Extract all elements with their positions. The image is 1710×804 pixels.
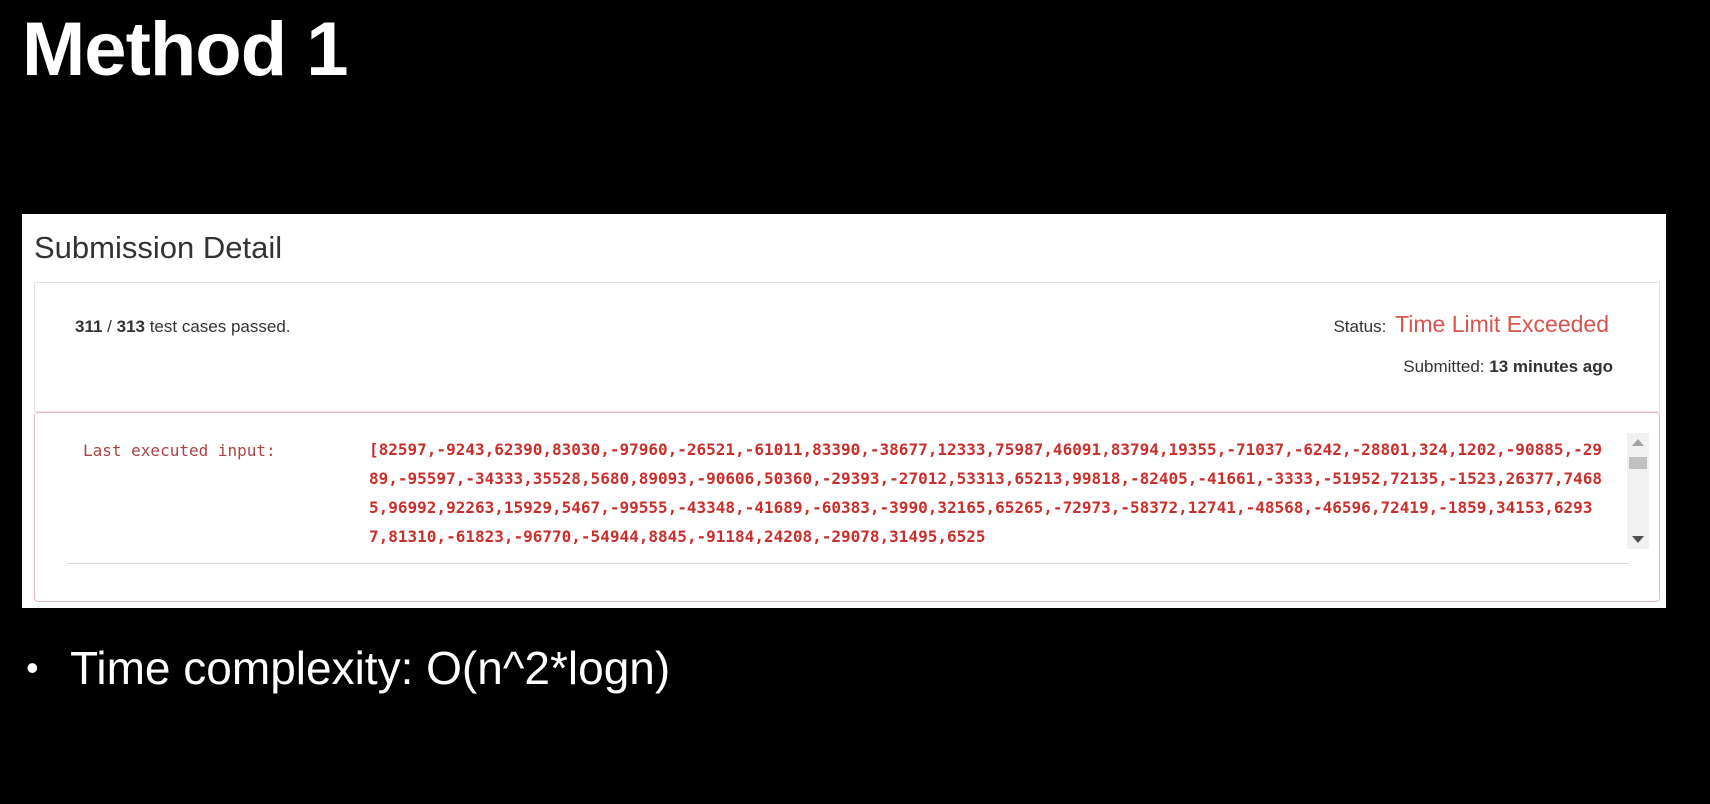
slide-title: Method 1 — [22, 7, 349, 92]
bullet-item: • Time complexity: O(n^2*logn) — [26, 640, 670, 696]
status-label: Status: — [1333, 317, 1387, 336]
scroll-thumb[interactable] — [1629, 457, 1647, 469]
submitted-line: Submitted: 13 minutes ago — [1403, 357, 1613, 377]
passed-separator: / — [102, 317, 117, 336]
last-executed-input-box: Last executed input: [82597,-9243,62390,… — [34, 412, 1660, 602]
passed-suffix: test cases passed. — [144, 317, 291, 336]
total-count: 313 — [116, 317, 145, 336]
status-value: Time Limit Exceeded — [1395, 311, 1609, 337]
submitted-label: Submitted: — [1403, 357, 1485, 376]
submission-detail-panel: Submission Detail 311 / 313 test cases p… — [22, 214, 1666, 608]
last-executed-input-value[interactable]: [82597,-9243,62390,83030,-97960,-26521,-… — [369, 435, 1609, 553]
submission-detail-heading: Submission Detail — [34, 230, 283, 265]
input-divider — [67, 563, 1629, 564]
last-executed-input-label: Last executed input: — [83, 441, 276, 460]
scroll-down-arrow-icon[interactable] — [1632, 536, 1644, 543]
submitted-value: 13 minutes ago — [1489, 357, 1613, 376]
scroll-up-arrow-icon[interactable] — [1632, 439, 1644, 446]
time-complexity-text: Time complexity: O(n^2*logn) — [70, 642, 671, 694]
status-line: Status: Time Limit Exceeded — [1333, 311, 1609, 338]
input-scrollbar[interactable] — [1627, 433, 1649, 549]
passed-count: 311 — [75, 317, 103, 336]
submission-summary: 311 / 313 test cases passed. Status: Tim… — [34, 282, 1660, 412]
test-cases-passed: 311 / 313 test cases passed. — [75, 317, 291, 337]
bullet-icon: • — [26, 647, 39, 688]
